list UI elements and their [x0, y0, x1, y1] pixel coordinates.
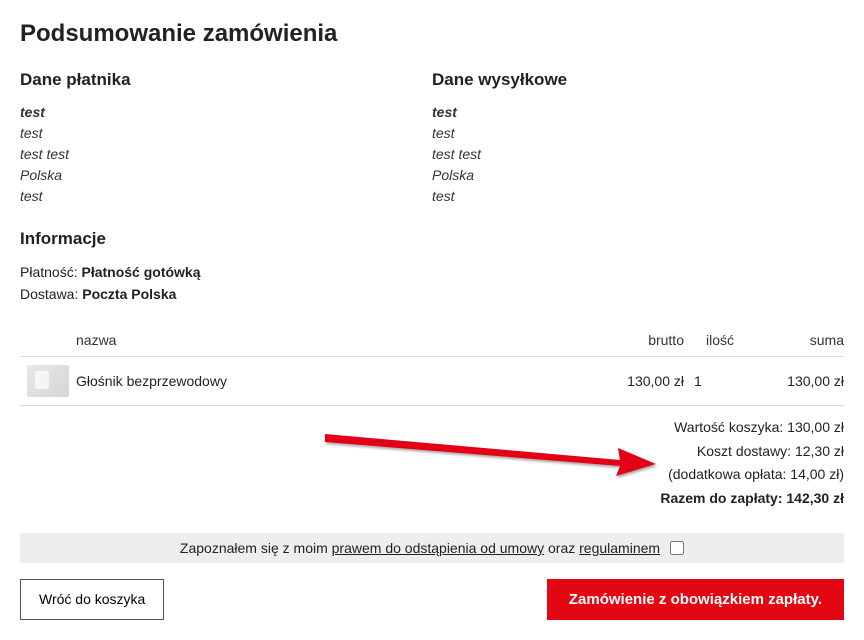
- col-name: nazwa: [76, 332, 594, 348]
- col-sum: suma: [744, 332, 844, 348]
- info-block: Informacje Płatność: Płatność gotówką Do…: [20, 229, 844, 306]
- table-row: Głośnik bezprzewodowy 130,00 zł 1 130,00…: [20, 357, 844, 406]
- product-name: Głośnik bezprzewodowy: [76, 373, 594, 389]
- page-title: Podsumowanie zamówienia: [20, 20, 844, 48]
- info-heading: Informacje: [20, 229, 844, 249]
- product-thumb: [20, 365, 76, 397]
- shipping-block: Dane wysyłkowe test test test test Polsk…: [432, 70, 844, 207]
- payer-heading: Dane płatnika: [20, 70, 432, 90]
- delivery-label: Dostawa:: [20, 286, 82, 302]
- shipping-heading: Dane wysyłkowe: [432, 70, 844, 90]
- total-extra-fee: (dodatkowa opłata: 14,00 zł): [320, 463, 844, 487]
- payer-line: test: [20, 123, 432, 144]
- payment-label: Płatność:: [20, 264, 81, 280]
- order-button[interactable]: Zamówienie z obowiązkiem zapłaty.: [547, 579, 844, 620]
- consent-prefix: Zapoznałem się z moim: [180, 540, 332, 556]
- col-brutto: brutto: [594, 332, 684, 348]
- payer-line: test: [20, 102, 432, 123]
- totals-block: Wartość koszyka: 130,00 zł Koszt dostawy…: [20, 416, 844, 511]
- payer-block: Dane płatnika test test test test Polska…: [20, 70, 432, 207]
- payer-line: Polska: [20, 165, 432, 186]
- shipping-line: test: [432, 186, 844, 207]
- terms-link[interactable]: regulaminem: [579, 540, 660, 556]
- total-grand: Razem do zapłaty: 142,30 zł: [320, 487, 844, 511]
- shipping-line: Polska: [432, 165, 844, 186]
- back-button[interactable]: Wróć do koszyka: [20, 579, 164, 620]
- total-delivery: Koszt dostawy: 12,30 zł: [320, 440, 844, 464]
- product-brutto: 130,00 zł: [594, 373, 684, 389]
- consent-mid: oraz: [544, 540, 579, 556]
- product-qty: 1: [684, 373, 744, 389]
- payer-line: test: [20, 186, 432, 207]
- withdrawal-link[interactable]: prawem do odstąpienia od umowy: [332, 540, 544, 556]
- total-cart: Wartość koszyka: 130,00 zł: [320, 416, 844, 440]
- payer-line: test test: [20, 144, 432, 165]
- consent-checkbox[interactable]: [670, 541, 684, 555]
- col-qty: ilość: [684, 332, 744, 348]
- payment-value: Płatność gotówką: [81, 264, 200, 280]
- shipping-line: test: [432, 123, 844, 144]
- items-table: nazwa brutto ilość suma Głośnik bezprzew…: [20, 324, 844, 406]
- shipping-line: test test: [432, 144, 844, 165]
- consent-bar: Zapoznałem się z moim prawem do odstąpie…: [20, 533, 844, 563]
- shipping-line: test: [432, 102, 844, 123]
- product-sum: 130,00 zł: [744, 373, 844, 389]
- delivery-value: Poczta Polska: [82, 286, 176, 302]
